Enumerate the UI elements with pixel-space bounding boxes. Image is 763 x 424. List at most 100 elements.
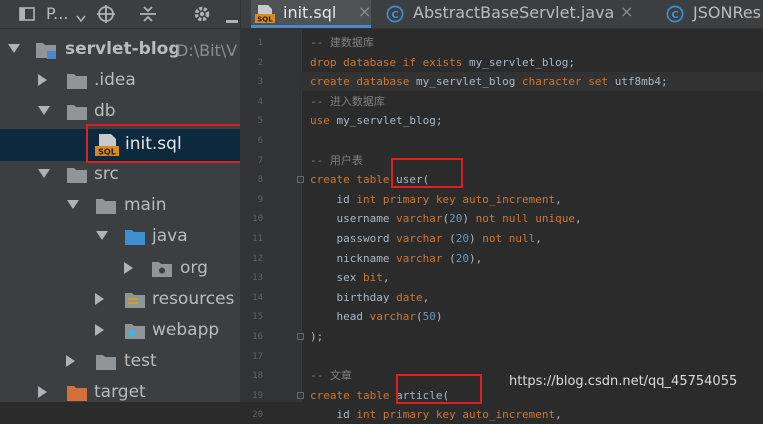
code-line[interactable]: -- 进入数据库 xyxy=(310,92,385,111)
svg-text:C: C xyxy=(391,10,398,21)
line-number: 12 xyxy=(252,253,263,264)
tree-item-label: java xyxy=(152,226,188,246)
tab-label: JSONRes xyxy=(693,3,762,22)
tree-item-target[interactable]: target xyxy=(0,378,240,402)
tab-label: AbstractBaseServlet.java xyxy=(413,3,615,22)
tab-label: init.sql xyxy=(283,3,337,22)
code-line[interactable]: sex bit, xyxy=(310,268,390,287)
line-number: 16 xyxy=(252,332,263,342)
tree-item-label: servlet-blog xyxy=(65,39,181,59)
line-number: 3 xyxy=(257,77,263,88)
code-line[interactable]: drop database if exists my_servlet_blog; xyxy=(310,53,575,72)
package-icon xyxy=(151,259,173,284)
expand-arrow-icon[interactable] xyxy=(124,262,133,274)
tree-item-label: resources xyxy=(152,289,235,309)
sql-file-icon: SQL xyxy=(254,4,276,28)
svg-text:C: C xyxy=(671,10,678,21)
close-icon[interactable]: × xyxy=(620,2,633,21)
tree-item-servlet-blog[interactable]: servlet-blog D:\Bit\V xyxy=(0,35,240,66)
expand-arrow-icon[interactable] xyxy=(38,386,47,398)
tree-item-init-sql[interactable]: SQL init.sql xyxy=(0,129,240,161)
line-number: 2 xyxy=(257,57,263,68)
code-line[interactable]: head varchar(50) xyxy=(310,307,443,326)
folder-icon xyxy=(66,102,88,127)
code-line[interactable]: username varchar(20) not null unique, xyxy=(310,209,582,228)
code-line[interactable]: use my_servlet_blog; xyxy=(310,111,442,130)
line-number: 11 xyxy=(252,234,263,244)
code-line[interactable]: nickname varchar (20), xyxy=(310,249,483,268)
resources-folder-icon xyxy=(124,290,146,315)
expand-arrow-icon[interactable] xyxy=(38,74,47,86)
line-number: 8 xyxy=(257,175,263,186)
tab-abstract-base-servlet[interactable]: C AbstractBaseServlet.java × xyxy=(381,0,636,28)
tree-item-label: init.sql xyxy=(125,134,182,154)
line-number-gutter: 1 2 3 4 5 6 7 8 9 10 11 12 13 14 15 16 17 18 19 20 xyxy=(241,29,304,420)
line-number: 15 xyxy=(252,312,263,323)
tree-item-main[interactable]: main xyxy=(0,191,240,222)
watermark: https://blog.csdn.net/qq_45754055 xyxy=(509,374,738,389)
code-line[interactable]: password varchar (20) not null, xyxy=(310,229,542,248)
code-line[interactable]: id int primary key auto_increment, xyxy=(310,405,562,424)
expand-arrow-icon[interactable] xyxy=(95,324,104,336)
line-number: 9 xyxy=(257,194,263,205)
code-line[interactable]: ); xyxy=(310,327,323,346)
code-line[interactable]: create database my_servlet_blog characte… xyxy=(301,72,763,92)
project-view-icon[interactable] xyxy=(18,4,36,24)
line-number: 19 xyxy=(252,390,263,401)
line-number: 18 xyxy=(252,371,263,382)
code-line[interactable]: id int primary key auto_increment, xyxy=(310,190,562,209)
collapse-all-icon[interactable] xyxy=(138,4,158,24)
expand-arrow-icon[interactable] xyxy=(38,169,50,178)
code-line[interactable]: birthday date, xyxy=(310,288,430,307)
editor-tabs: SQL init.sql × C AbstractBaseServlet.jav… xyxy=(241,0,763,29)
expand-arrow-icon[interactable] xyxy=(66,355,75,367)
expand-arrow-icon[interactable] xyxy=(8,44,20,53)
expand-arrow-icon[interactable] xyxy=(38,106,50,115)
line-number: 14 xyxy=(252,292,263,303)
line-number: 17 xyxy=(252,351,263,362)
project-toolbar: P... xyxy=(0,0,240,29)
code-line[interactable]: -- 建数据库 xyxy=(310,33,374,52)
tree-item-label: src xyxy=(94,164,119,184)
locate-icon[interactable] xyxy=(96,4,116,24)
line-number: 1 xyxy=(257,38,263,48)
tree-item-test[interactable]: test xyxy=(0,347,240,378)
expand-arrow-icon[interactable] xyxy=(67,200,79,209)
close-icon[interactable]: × xyxy=(358,2,371,21)
tree-item-src[interactable]: src xyxy=(0,160,240,191)
project-view-title[interactable]: P... xyxy=(46,4,68,23)
folder-icon xyxy=(95,196,117,221)
tree-item-org[interactable]: org xyxy=(0,254,240,285)
project-panel: P... servlet-blog D:\Bit\V .idea db SQL … xyxy=(0,0,241,402)
tree-item-idea[interactable]: .idea xyxy=(0,66,240,97)
tree-item-webapp[interactable]: webapp xyxy=(0,316,240,347)
expand-arrow-icon[interactable] xyxy=(96,231,108,240)
tab-init-sql[interactable]: SQL init.sql × xyxy=(251,0,371,28)
code-line[interactable]: create table user( xyxy=(310,170,429,189)
tree-item-label: target xyxy=(94,382,146,402)
tree-item-label: webapp xyxy=(152,320,220,340)
code-editor[interactable]: -- 建数据库 drop database if exists my_servle… xyxy=(301,29,763,421)
tab-jsonres[interactable]: C JSONRes xyxy=(661,0,763,28)
tree-item-java[interactable]: java xyxy=(0,222,240,253)
folder-icon xyxy=(95,352,117,377)
tree-item-resources[interactable]: resources xyxy=(0,285,240,316)
module-folder-icon xyxy=(35,40,57,65)
minimize-icon[interactable] xyxy=(226,12,238,32)
chevron-down-icon[interactable] xyxy=(76,9,86,29)
gear-icon[interactable] xyxy=(192,4,212,24)
tree-item-label: test xyxy=(124,351,157,371)
tree-item-label: main xyxy=(124,195,167,215)
tree-item-db[interactable]: db xyxy=(0,97,240,128)
line-number: 5 xyxy=(257,116,263,127)
svg-text:SQL: SQL xyxy=(98,148,116,157)
line-number: 7 xyxy=(257,155,263,166)
code-line[interactable]: -- 文章 xyxy=(310,366,352,385)
folder-icon xyxy=(66,165,88,190)
line-number: 4 xyxy=(257,96,263,107)
line-number: 10 xyxy=(252,214,263,225)
expand-arrow-icon[interactable] xyxy=(95,293,104,305)
code-line[interactable]: -- 用户表 xyxy=(310,151,363,170)
project-path: D:\Bit\V xyxy=(176,41,238,60)
folder-icon xyxy=(66,71,88,96)
